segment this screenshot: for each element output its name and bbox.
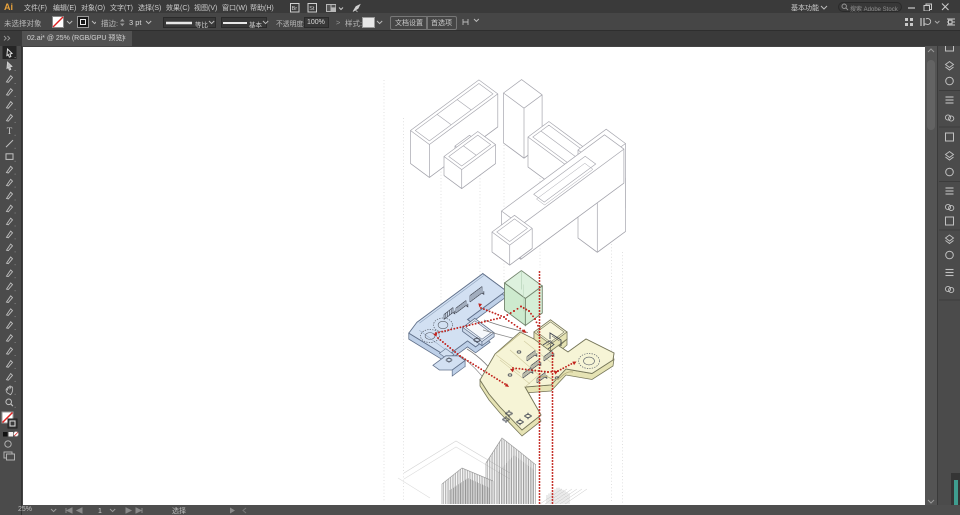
svg-text:Br: Br	[292, 6, 298, 12]
svg-text:St: St	[309, 6, 315, 12]
svg-text:1: 1	[98, 508, 102, 514]
svg-text:T: T	[7, 126, 13, 136]
